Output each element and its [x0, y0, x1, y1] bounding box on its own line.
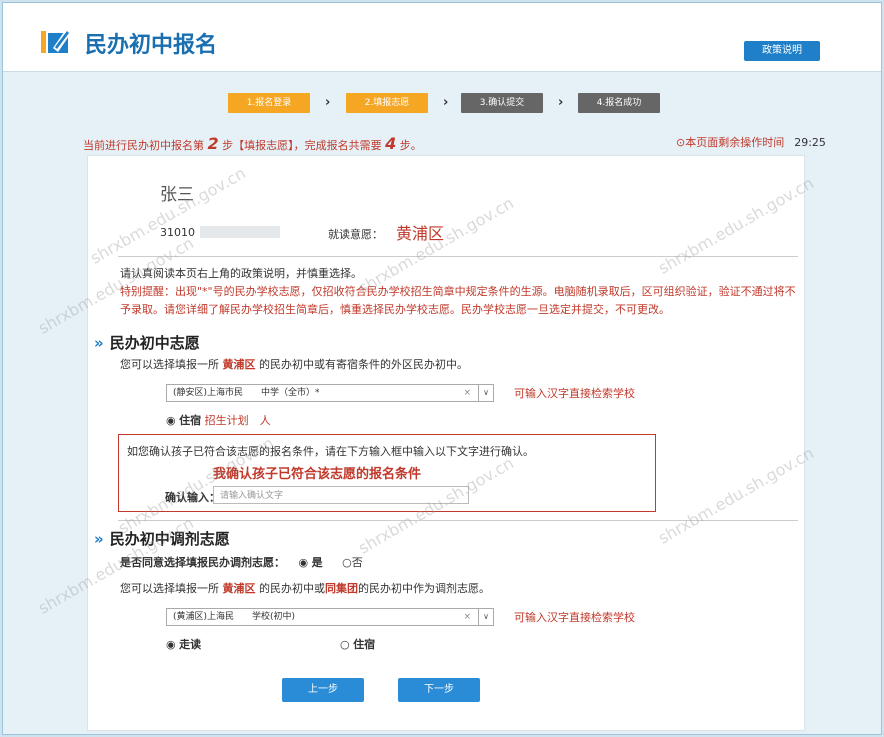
- total-steps: 4: [385, 134, 397, 153]
- intent-label: 就读意愿：: [328, 228, 383, 241]
- section-title-primary: » 民办初中志愿: [94, 334, 200, 352]
- radio-day[interactable]: ◉ 走读: [166, 636, 201, 652]
- radio-yes[interactable]: ◉ 是: [299, 554, 323, 570]
- step-2: 2.填报志愿: [346, 93, 428, 113]
- header: 民办初中报名 政策说明: [3, 3, 881, 72]
- instruction-note: 请认真阅读本页右上角的政策说明，并慎重选择。: [120, 267, 362, 280]
- chevron-down-icon[interactable]: ∨: [478, 385, 493, 401]
- school-select-primary[interactable]: (静安区)上海市民 中学（全市）* × ∨: [166, 384, 494, 402]
- confirm-label: 确认输入：: [165, 491, 220, 504]
- prev-button[interactable]: 上一步: [282, 678, 364, 702]
- progress-status: 当前进行民办初中报名第 2 步【填报志愿】，完成报名共需要 4 步。: [83, 134, 422, 153]
- watermark: shrxbm.edu.sh.gov.cn: [655, 443, 817, 548]
- confirm-instruction: 如您确认孩子已符合该志愿的报名条件，请在下方输入框中输入以下文字进行确认。: [127, 445, 534, 458]
- watermark: shrxbm.edu.sh.gov.cn: [87, 163, 249, 268]
- radio-checked[interactable]: ◉: [166, 414, 176, 427]
- step-4: 4.报名成功: [578, 93, 660, 113]
- student-id: 31010: [160, 226, 195, 239]
- double-chevron-icon: »: [94, 530, 104, 548]
- current-step: 2: [207, 134, 219, 153]
- divider: [118, 256, 798, 257]
- confirm-input[interactable]: 请输入确认文字: [213, 486, 469, 504]
- next-button[interactable]: 下一步: [398, 678, 480, 702]
- timer-value: 29:25: [794, 136, 826, 149]
- clear-icon[interactable]: ×: [463, 609, 471, 625]
- clear-icon[interactable]: ×: [463, 385, 471, 401]
- edit-logo-icon: [41, 29, 71, 53]
- confirm-box: 如您确认孩子已符合该志愿的报名条件，请在下方输入框中输入以下文字进行确认。 我确…: [118, 434, 656, 512]
- step-arrow-icon: ›: [558, 95, 564, 110]
- step-arrow-icon: ›: [325, 95, 331, 110]
- section1-desc: 您可以选择填报一所 黄浦区 的民办初中或有寄宿条件的外区民办初中。: [120, 358, 468, 371]
- school-select-adjust[interactable]: (黄浦区)上海民 学校(初中) × ∨: [166, 608, 494, 626]
- section-title-adjust: » 民办初中调剂志愿: [94, 530, 230, 548]
- clock-icon: ⊙: [676, 136, 686, 149]
- section2-desc: 您可以选择填报一所 黄浦区 的民办初中或同集团的民办初中作为调剂志愿。: [120, 582, 490, 595]
- student-name: 张三: [160, 185, 194, 205]
- step-1: 1.报名登录: [228, 93, 310, 113]
- watermark: shrxbm.edu.sh.gov.cn: [655, 173, 817, 278]
- timer: ⊙本页面剩余操作时间 29:25: [676, 136, 826, 149]
- policy-button[interactable]: 政策说明: [744, 41, 820, 61]
- warning-note: 特别提醒：出现"*"号的民办学校志愿，仅招收符合民办学校招生简章中规定条件的生源…: [120, 285, 796, 316]
- step-arrow-icon: ›: [443, 95, 449, 110]
- search-hint: 可输入汉字直接检索学校: [514, 611, 635, 624]
- divider: [118, 520, 798, 521]
- chevron-down-icon[interactable]: ∨: [478, 609, 493, 625]
- app-frame: 民办初中报名 政策说明 1.报名登录 › 2.填报志愿 › 3.确认提交 › 4…: [2, 2, 882, 735]
- radio-boarding[interactable]: ○ 住宿: [340, 636, 375, 652]
- radio-no[interactable]: ○否: [342, 554, 363, 570]
- adjust-agree-row: 是否同意选择填报民办调剂志愿： ◉ 是 ○否: [120, 554, 363, 570]
- intent-value: 黄浦区: [396, 224, 445, 243]
- form-panel: 张三 31010 就读意愿： 黄浦区 请认真阅读本页右上角的政策说明，并慎重选择…: [35, 155, 817, 731]
- confirm-phrase: 我确认孩子已符合该志愿的报名条件: [213, 467, 422, 482]
- page-title: 民办初中报名: [85, 33, 218, 58]
- search-hint: 可输入汉字直接检索学校: [514, 387, 635, 400]
- id-mask: [200, 226, 280, 238]
- step-3: 3.确认提交: [461, 93, 543, 113]
- boarding-option: ◉ 住宿 招生计划 人: [166, 414, 271, 427]
- double-chevron-icon: »: [94, 334, 104, 352]
- step-bar: 1.报名登录 › 2.填报志愿 › 3.确认提交 › 4.报名成功: [3, 72, 881, 128]
